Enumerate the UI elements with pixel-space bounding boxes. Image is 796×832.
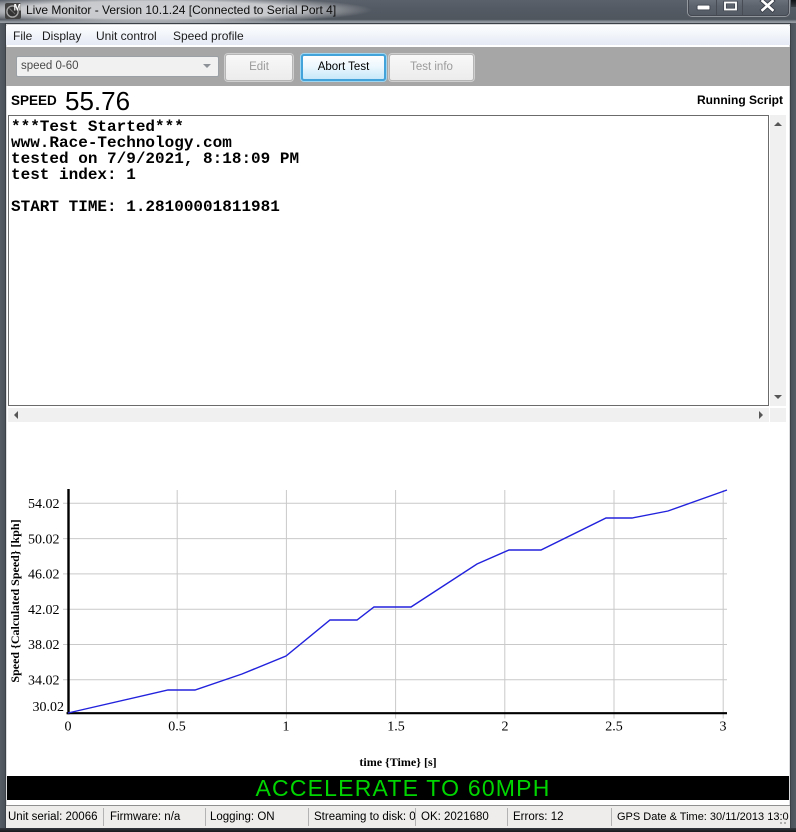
svg-text:38.02: 38.02 xyxy=(28,638,60,653)
svg-text:2.5: 2.5 xyxy=(605,720,623,735)
svg-text:M: M xyxy=(14,3,21,12)
svg-text:3: 3 xyxy=(720,720,727,735)
svg-text:46.02: 46.02 xyxy=(28,568,60,583)
svg-text:2: 2 xyxy=(502,720,509,735)
svg-text:42.02: 42.02 xyxy=(28,603,60,618)
svg-text:time {Time} [s]: time {Time} [s] xyxy=(359,755,436,769)
svg-text:30.02: 30.02 xyxy=(33,700,65,715)
svg-text:50.02: 50.02 xyxy=(28,532,60,547)
svg-text:54.02: 54.02 xyxy=(28,497,60,512)
svg-text:0.5: 0.5 xyxy=(168,720,186,735)
svg-text:Speed {Calculated Speed} [kph]: Speed {Calculated Speed} [kph] xyxy=(8,519,22,682)
svg-text:0: 0 xyxy=(65,720,72,735)
svg-text:1.5: 1.5 xyxy=(387,720,405,735)
svg-text:1: 1 xyxy=(283,720,290,735)
svg-text:34.02: 34.02 xyxy=(28,674,60,689)
